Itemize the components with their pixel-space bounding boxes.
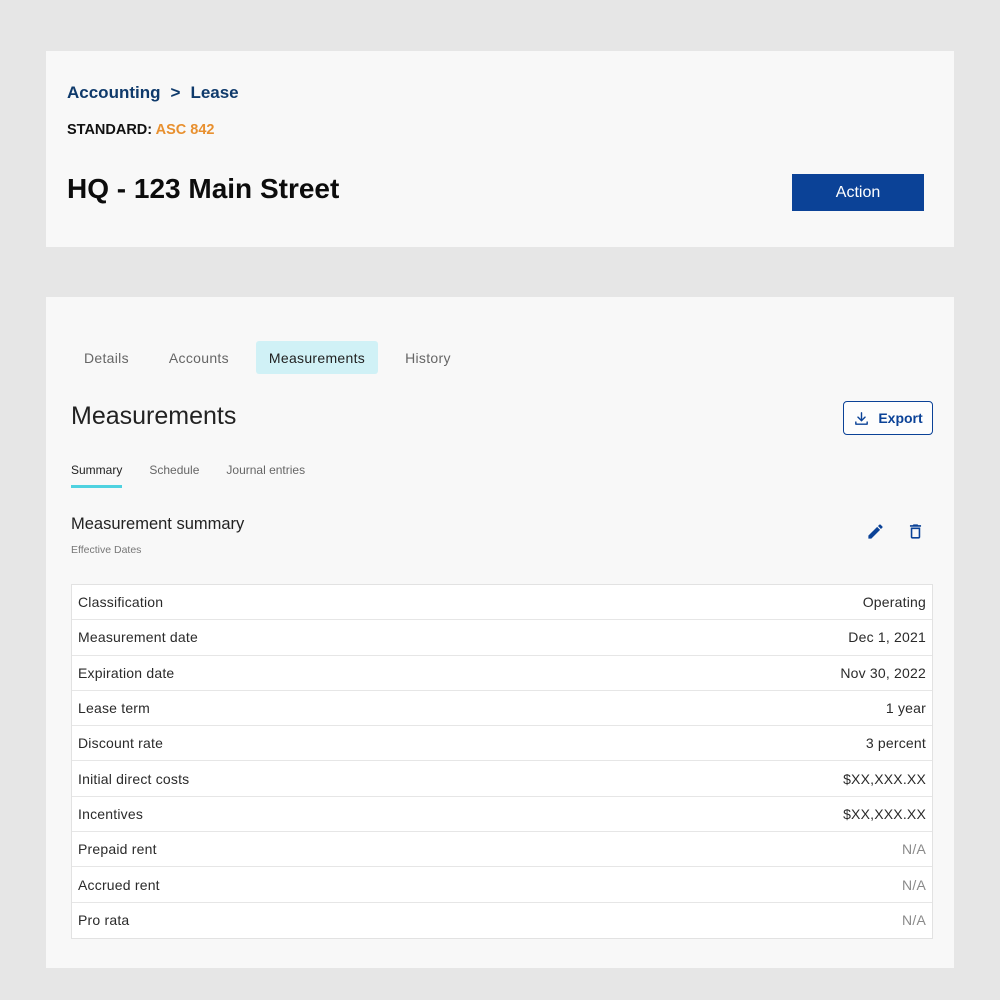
- tab-accounts[interactable]: Accounts: [156, 341, 242, 374]
- row-label: Expiration date: [78, 664, 175, 681]
- subtab-summary[interactable]: Summary: [71, 463, 123, 488]
- action-button[interactable]: Action: [792, 174, 924, 211]
- table-row: Initial direct costs $XX,XXX.XX: [72, 761, 932, 797]
- breadcrumb: Accounting > Lease: [67, 83, 239, 103]
- tab-measurements[interactable]: Measurements: [255, 341, 379, 374]
- row-value: Operating: [862, 594, 926, 611]
- pencil-icon: [867, 523, 883, 539]
- lease-header-card: Accounting > Lease STANDARD: ASC 842 HQ …: [46, 51, 954, 247]
- delete-button[interactable]: [904, 520, 926, 542]
- row-value: $XX,XXX.XX: [843, 805, 926, 822]
- subtab-journal-entries[interactable]: Journal entries: [226, 463, 305, 488]
- measurements-card: Details Accounts Measurements History Me…: [46, 297, 954, 968]
- table-row: Measurement date Dec 1, 2021: [72, 620, 932, 656]
- row-label: Incentives: [78, 805, 144, 822]
- row-value: Dec 1, 2021: [848, 629, 926, 646]
- tab-details[interactable]: Details: [71, 341, 142, 374]
- edit-button[interactable]: [864, 520, 886, 542]
- section-title: Measurements: [71, 402, 237, 430]
- trash-icon: [909, 523, 921, 539]
- table-row: Lease term 1 year: [72, 691, 932, 727]
- table-row: Pro rata N/A: [72, 903, 932, 938]
- summary-title: Measurement summary: [71, 515, 245, 533]
- row-label: Discount rate: [78, 735, 164, 752]
- export-label: Export: [878, 410, 923, 426]
- row-value: N/A: [902, 876, 926, 893]
- table-row: Incentives $XX,XXX.XX: [72, 797, 932, 833]
- row-label: Initial direct costs: [78, 770, 190, 787]
- main-tabs: Details Accounts Measurements History: [71, 341, 465, 374]
- table-row: Prepaid rent N/A: [72, 832, 932, 868]
- breadcrumb-lease[interactable]: Lease: [190, 83, 238, 103]
- export-button[interactable]: Export: [843, 401, 933, 435]
- download-icon: [855, 411, 869, 425]
- row-value: Nov 30, 2022: [840, 664, 926, 681]
- table-row: Discount rate 3 percent: [72, 726, 932, 762]
- row-label: Pro rata: [78, 912, 130, 929]
- page-title: HQ - 123 Main Street: [67, 173, 340, 204]
- table-row: Expiration date Nov 30, 2022: [72, 656, 932, 691]
- row-label: Prepaid rent: [78, 841, 157, 858]
- row-value: 3 percent: [865, 735, 926, 752]
- breadcrumb-separator: >: [170, 83, 181, 102]
- summary-subtitle: Effective Dates: [71, 544, 142, 556]
- table-row: Accrued rent N/A: [72, 867, 932, 903]
- row-value: 1 year: [885, 700, 926, 717]
- row-label: Lease term: [78, 700, 151, 717]
- sub-tabs: Summary Schedule Journal entries: [71, 463, 332, 488]
- standard-value: ASC 842: [155, 122, 215, 138]
- row-label: Measurement date: [78, 629, 198, 646]
- breadcrumb-accounting[interactable]: Accounting: [67, 83, 161, 103]
- row-label: Accrued rent: [78, 876, 160, 893]
- tab-history[interactable]: History: [392, 341, 464, 374]
- table-row: Classification Operating: [72, 585, 932, 621]
- standard-label: STANDARD:: [67, 122, 153, 138]
- row-label: Classification: [78, 594, 164, 611]
- row-value: N/A: [902, 841, 926, 858]
- row-value: $XX,XXX.XX: [843, 770, 926, 787]
- row-value: N/A: [902, 912, 926, 929]
- measurement-summary-table: Classification Operating Measurement dat…: [71, 584, 933, 939]
- standard-line: STANDARD: ASC 842: [67, 122, 214, 138]
- subtab-schedule[interactable]: Schedule: [149, 463, 199, 488]
